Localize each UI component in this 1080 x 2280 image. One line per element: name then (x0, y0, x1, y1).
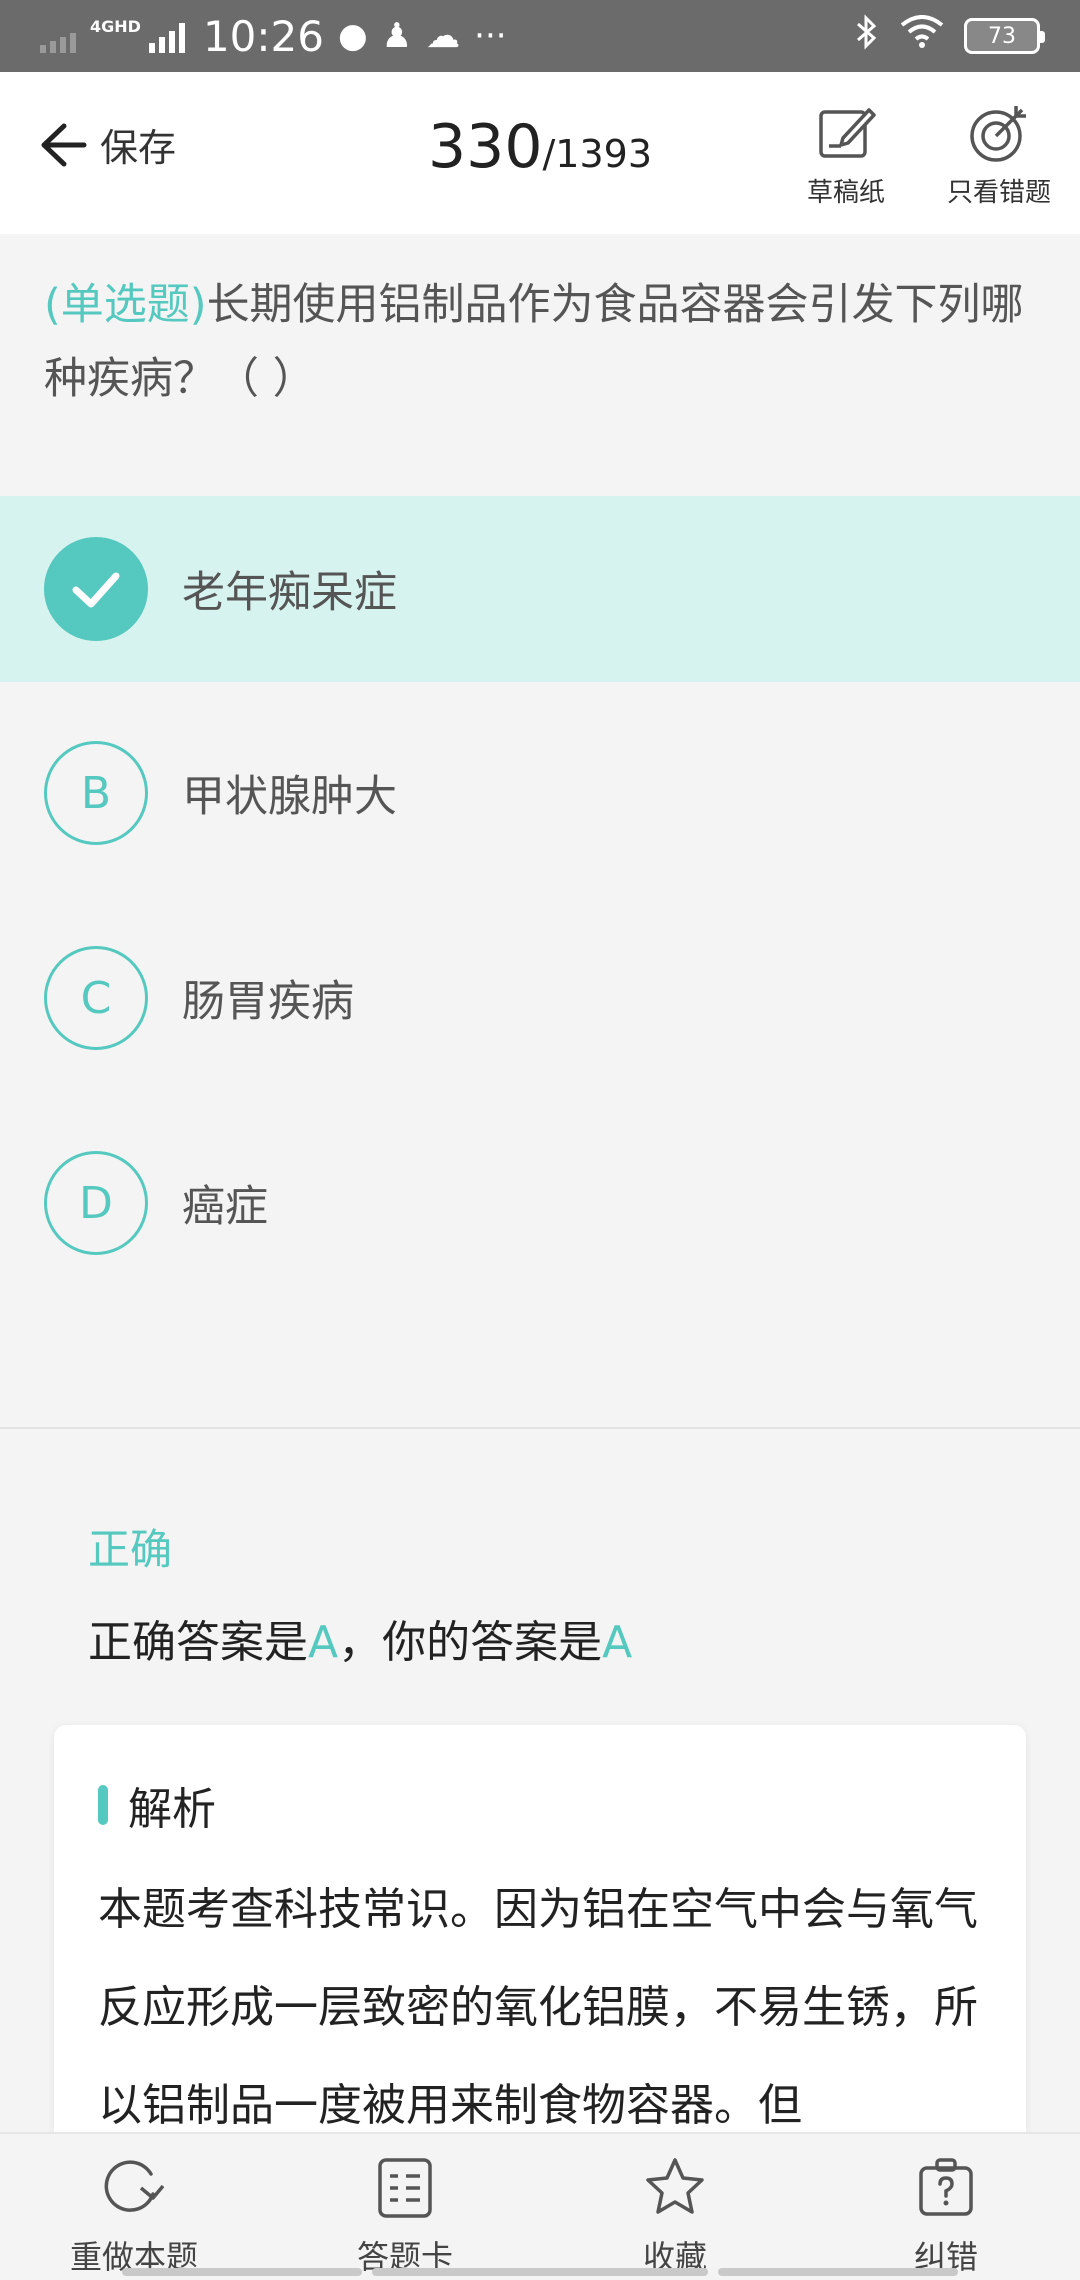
qq-icon: ♟ (381, 16, 413, 56)
option-b[interactable]: B 甲状腺肿大 (0, 700, 1080, 886)
wrong-only-label: 只看错题 (946, 178, 1051, 208)
signal-1-icon (40, 19, 76, 53)
bluetooth-icon (854, 13, 880, 59)
target-icon (970, 106, 1026, 162)
bottom-nav: 重做本题 答题卡 收藏 纠错 (0, 2132, 1080, 2280)
answer-summary: 正确答案是A，你的答案是A (88, 1606, 632, 1670)
draft-paper-button[interactable]: 草稿纸 (776, 100, 916, 209)
clock: 10:26 (202, 11, 324, 61)
current-question-number: 330 (427, 112, 543, 182)
correct-answer-prefix: 正确答案是 (88, 1617, 308, 1668)
option-a-check-icon (44, 537, 148, 641)
home-indicator-center (372, 2268, 708, 2276)
report-error-button[interactable]: 纠错 (876, 2154, 1016, 2278)
report-question-icon (919, 2158, 973, 2216)
home-indicator-right (718, 2268, 958, 2276)
option-a[interactable]: 老年痴呆症 (0, 496, 1080, 682)
correct-answer: A (308, 1617, 339, 1668)
section-divider (0, 1427, 1080, 1429)
status-bar: 4GHD 10:26 ● ♟ ☁ ··· 73 (0, 0, 1080, 72)
home-indicator-left (122, 2268, 362, 2276)
option-b-letter: B (44, 741, 148, 845)
analysis-card: 解析 本题考查科技常识。因为铝在空气中会与氧气反应形成一层致密的氧化铝膜，不易生… (54, 1725, 1026, 2145)
option-d-text: 癌症 (182, 1182, 268, 1232)
option-c-text: 肠胃疾病 (182, 977, 354, 1027)
option-c[interactable]: C 肠胃疾病 (0, 905, 1080, 1091)
back-label: 保存 (100, 126, 177, 170)
question-type: (单选题) (44, 280, 207, 330)
analysis-header: 解析 (98, 1773, 216, 1837)
redo-button[interactable]: 重做本题 (64, 2154, 204, 2278)
analysis-title: 解析 (128, 1784, 216, 1835)
answer-card-button[interactable]: 答题卡 (335, 2154, 475, 2278)
your-answer: A (602, 1617, 633, 1668)
top-bar: 保存 330/1393 草稿纸 只看错题 (0, 72, 1080, 234)
total-questions: /1393 (542, 132, 653, 176)
redo-icon (104, 2160, 165, 2212)
option-d-letter: D (44, 1151, 148, 1255)
analysis-accent-bar (98, 1785, 108, 1825)
option-a-text: 老年痴呆症 (182, 568, 397, 618)
planet-icon: ● (337, 16, 368, 56)
more-icon: ··· (474, 16, 507, 56)
question-text: (单选题)长期使用铝制品作为食品容器会引发下列哪种疾病？（ ） (44, 268, 1024, 416)
battery-icon: 73 (964, 18, 1045, 54)
back-save-button[interactable]: 保存 (36, 117, 176, 172)
network-type: 4GHD (90, 16, 141, 36)
your-answer-prefix: ，你的答案是 (338, 1617, 603, 1668)
draft-paper-label: 草稿纸 (806, 178, 885, 208)
battery-level: 73 (988, 23, 1016, 49)
star-icon (646, 2158, 704, 2214)
result-status: 正确 (88, 1525, 173, 1574)
option-c-letter: C (44, 946, 148, 1050)
answer-card-icon (378, 2158, 432, 2218)
wifi-icon (900, 13, 944, 59)
option-d[interactable]: D 癌症 (0, 1110, 1080, 1296)
option-b-text: 甲状腺肿大 (182, 772, 397, 822)
favorite-button[interactable]: 收藏 (605, 2154, 745, 2278)
signal-2-icon (148, 19, 185, 53)
back-arrow-icon (41, 123, 87, 166)
wrong-only-button[interactable]: 只看错题 (929, 100, 1069, 209)
weather-cloud-icon: ☁ (426, 16, 461, 56)
edit-note-icon (819, 108, 876, 158)
analysis-text: 本题考查科技常识。因为铝在空气中会与氧气反应形成一层致密的氧化铝膜，不易生锈，所… (98, 1884, 978, 2131)
